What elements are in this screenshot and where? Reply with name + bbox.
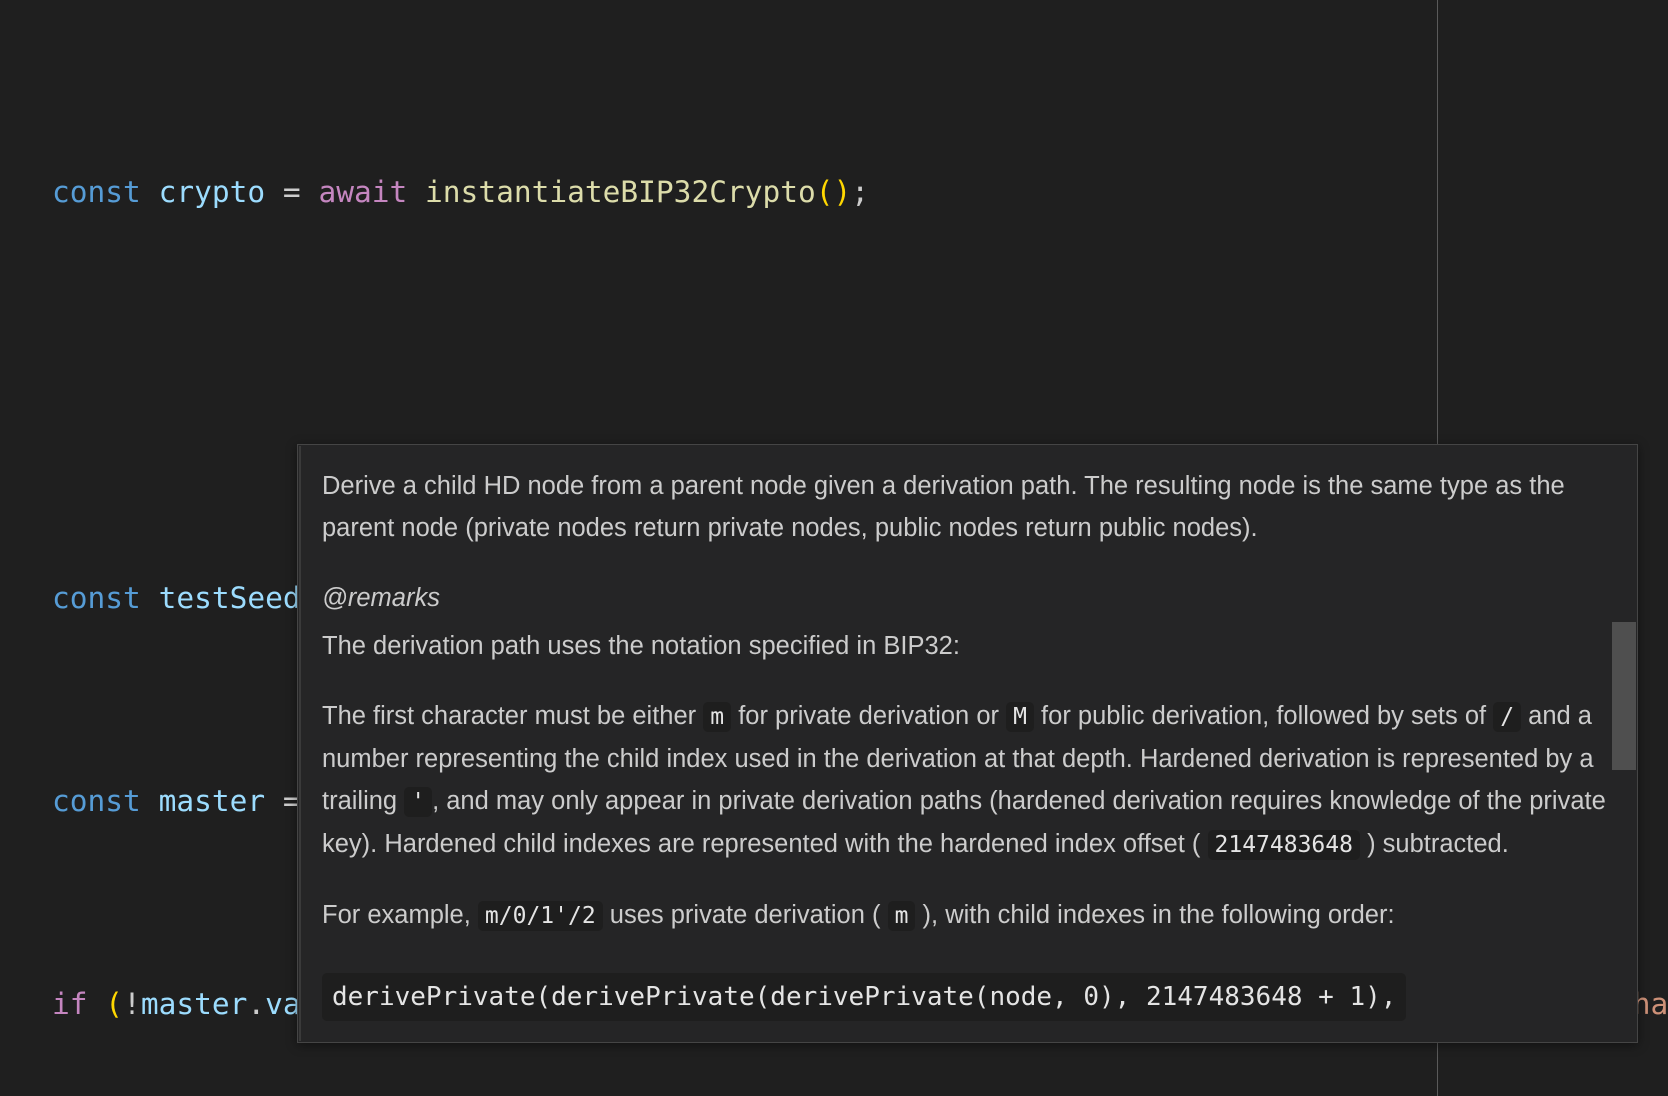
tooltip-summary: Derive a child HD node from a parent nod… <box>322 465 1611 549</box>
inline-code-M: M <box>1006 702 1034 732</box>
inline-code-apostrophe: ' <box>404 787 432 817</box>
notation-part3: for public derivation, followed by sets … <box>1041 702 1486 730</box>
hover-tooltip[interactable]: Derive a child HD node from a parent nod… <box>297 444 1638 1043</box>
tooltip-code-block: derivePrivate(derivePrivate(derivePrivat… <box>322 973 1406 1021</box>
tooltip-scrollbar-track[interactable] <box>1612 446 1636 1041</box>
example-part1: For example, <box>322 901 471 929</box>
tooltip-content: Derive a child HD node from a parent nod… <box>298 445 1637 1042</box>
inline-code-offset: 2147483648 <box>1208 830 1360 860</box>
notation-part1: The first character must be either <box>322 702 696 730</box>
remarks-tag-text: @remarks <box>322 584 440 612</box>
tooltip-paragraph-example: For example, m/0/1'/2 uses private deriv… <box>322 894 1611 937</box>
code-line[interactable]: const crypto = await instantiateBIP32Cry… <box>52 172 1668 213</box>
notation-part2: for private derivation or <box>738 702 999 730</box>
inline-code-m: m <box>703 702 731 732</box>
tooltip-remarks-intro: The derivation path uses the notation sp… <box>322 625 1611 667</box>
code-line-blank[interactable] <box>52 375 1668 416</box>
notation-part6: ) subtracted. <box>1367 830 1509 858</box>
inline-code-example-m: m <box>888 901 916 931</box>
example-part3: ), with child indexes in the following o… <box>923 901 1395 929</box>
editor-window: const crypto = await instantiateBIP32Cry… <box>0 0 1668 1096</box>
example-part2: uses private derivation ( <box>610 901 881 929</box>
spacer <box>322 937 1611 973</box>
inline-code-slash: / <box>1493 702 1521 732</box>
tooltip-paragraph-notation: The first character must be either m for… <box>322 695 1611 866</box>
tooltip-scrollbar-thumb[interactable] <box>1612 622 1636 770</box>
inline-code-example-path: m/0/1'/2 <box>478 901 603 931</box>
tooltip-remarks-tag: @remarks <box>322 577 1611 619</box>
